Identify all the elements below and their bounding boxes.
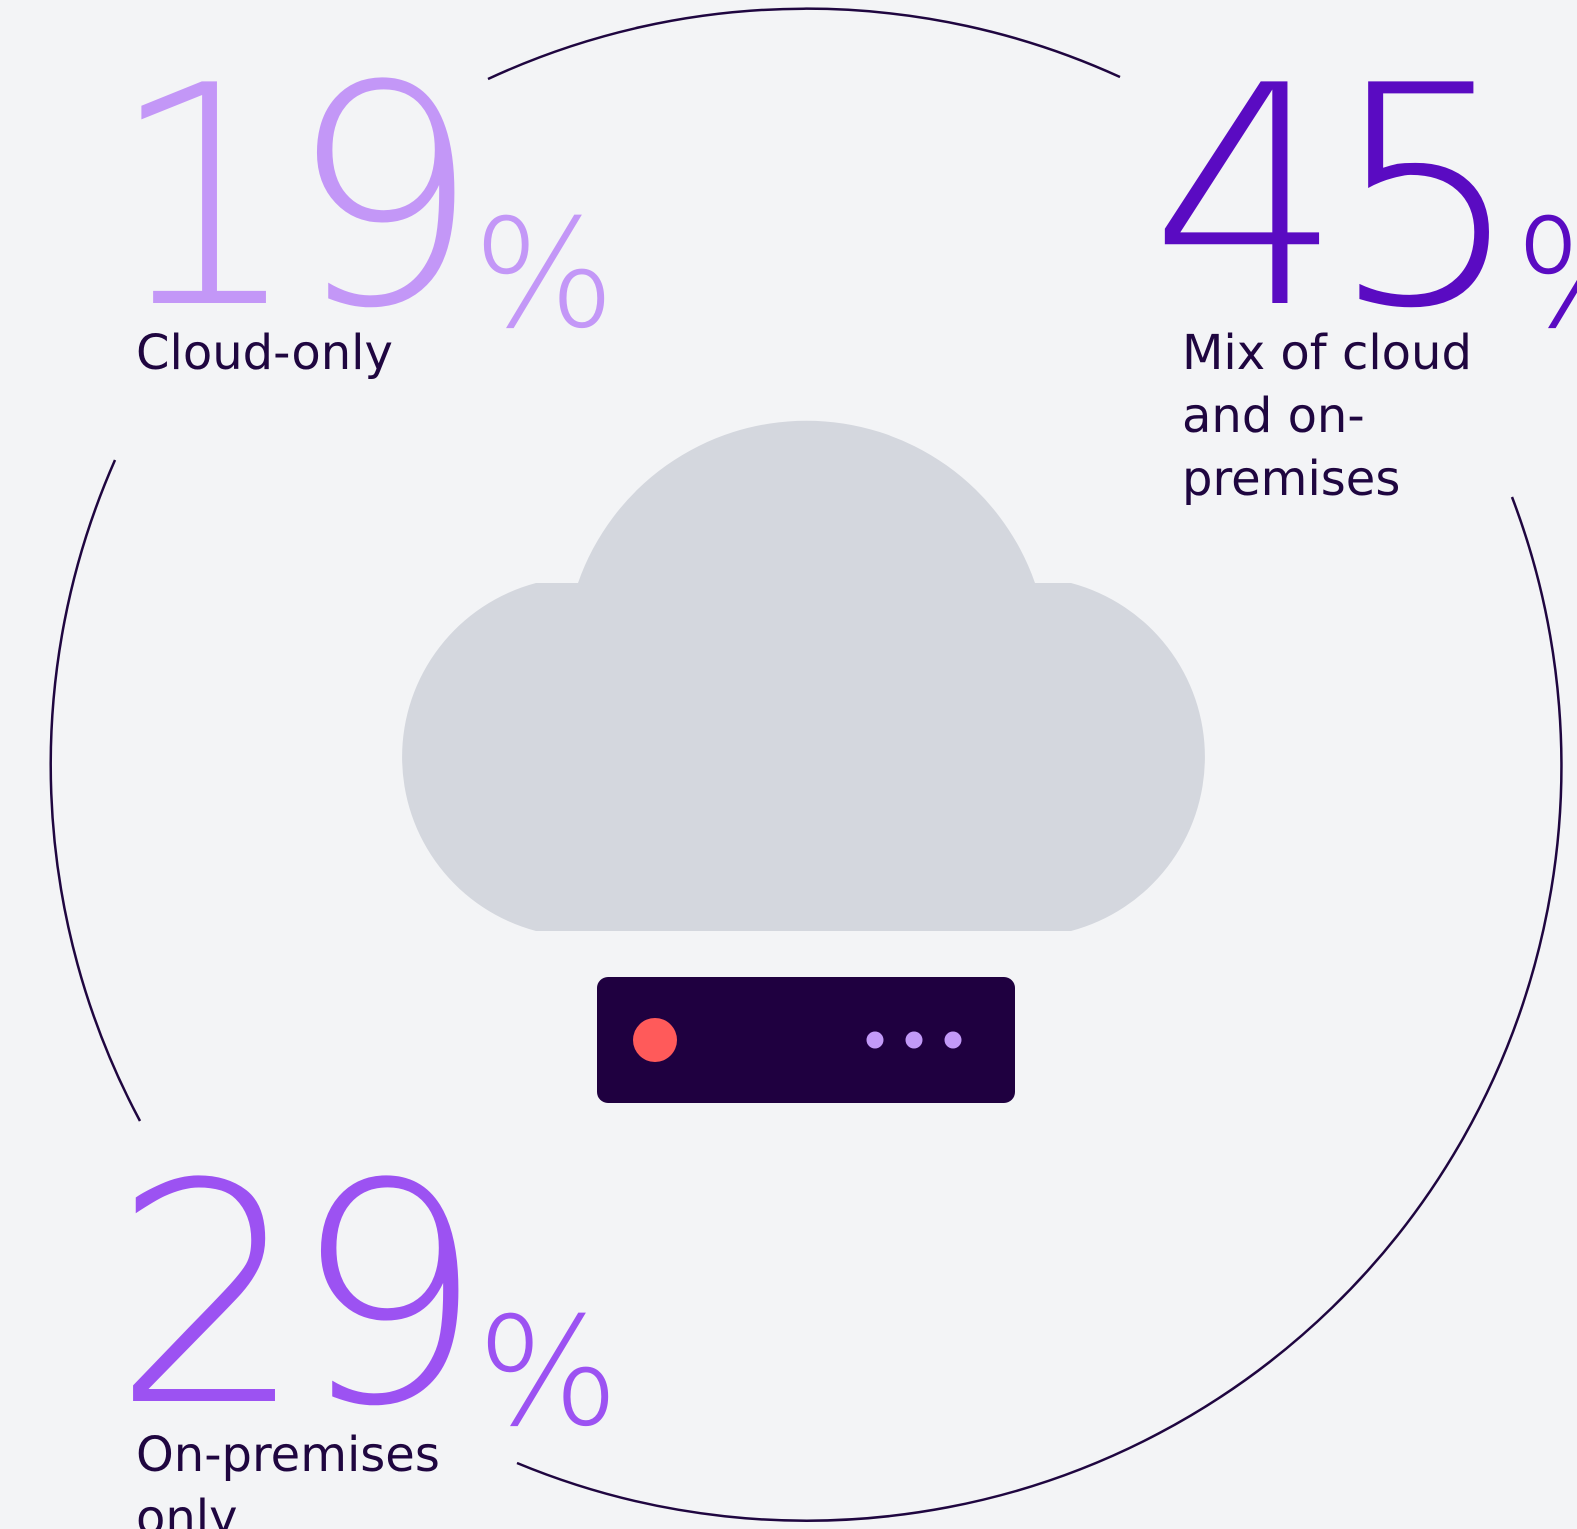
stat-label-cloud-only: Cloud-only: [136, 325, 393, 381]
stat-value: 19: [108, 21, 481, 375]
server-icon: [597, 977, 1015, 1103]
stat-on-premises: 29%: [112, 1144, 619, 1448]
cloud-icon: [402, 420, 1205, 931]
stat-value: 45: [1150, 21, 1523, 375]
stat-value: 29: [112, 1119, 485, 1473]
ring-arc-left: [49, 459, 142, 1122]
percent-sign: %: [476, 1286, 620, 1460]
server-status-led: [633, 1018, 677, 1062]
server-indicator-dot: [944, 1031, 962, 1049]
server-indicator-dot: [905, 1031, 923, 1049]
stat-label-on-premises: On-premises only: [136, 1427, 440, 1529]
percent-sign: %: [472, 188, 616, 362]
stat-mix: 45%: [1150, 46, 1577, 350]
hosting-infographic: 19% Cloud-only 45% Mix of cloud and on-p…: [0, 0, 1577, 1529]
stat-label-mix: Mix of cloud and on-premises: [1182, 325, 1472, 507]
stat-cloud-only: 19%: [108, 46, 615, 350]
server-indicator-dot: [866, 1031, 884, 1049]
